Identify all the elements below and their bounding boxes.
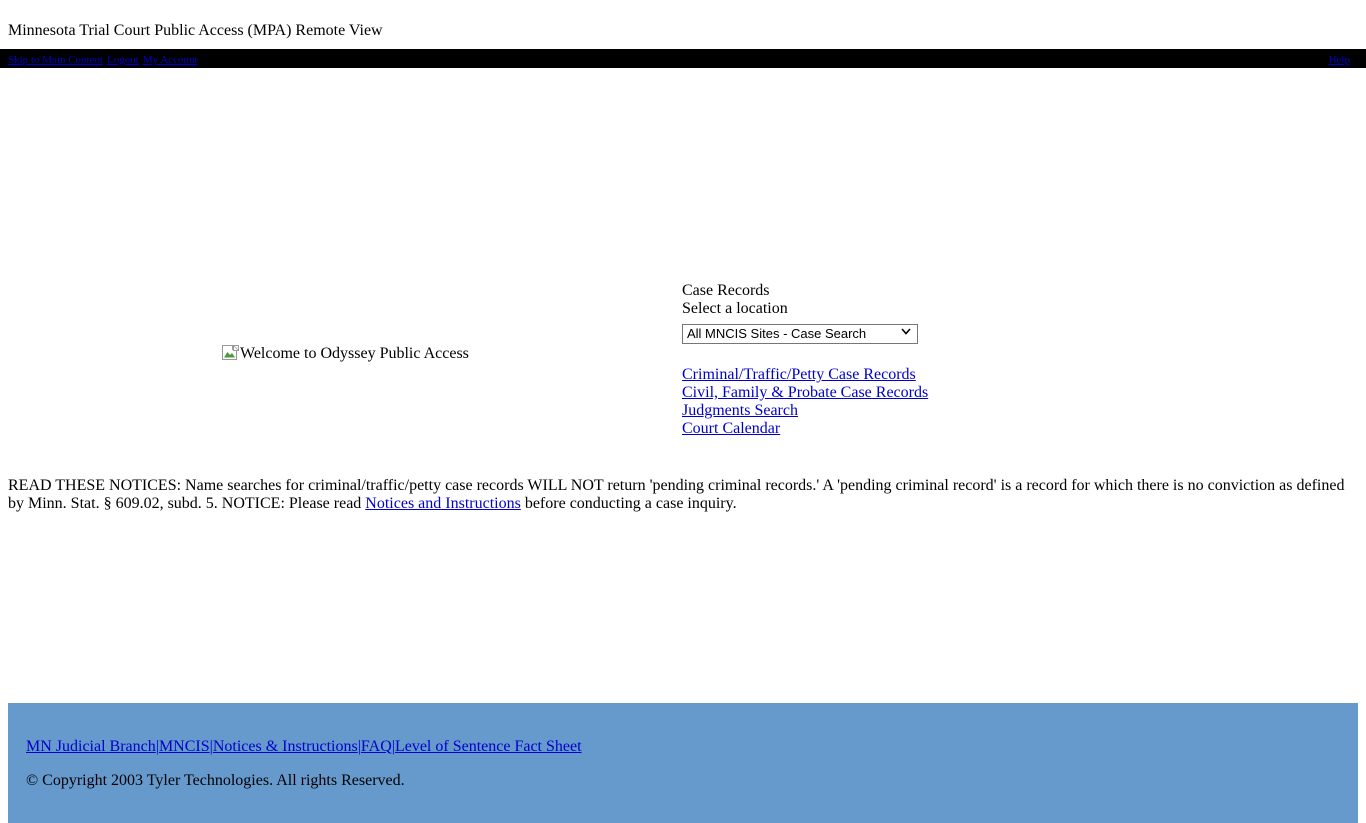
skip-to-main-content-link[interactable]: Skip to Main Content	[8, 54, 103, 66]
notices-instructions-footer-link[interactable]: Notices & Instructions	[213, 738, 358, 755]
welcome-banner-alt-text: Welcome to Odyssey Public Access	[240, 345, 469, 362]
select-location-label: Select a location	[682, 300, 788, 317]
mn-judicial-branch-link[interactable]: MN Judicial Branch	[26, 738, 156, 755]
topbar-left-links: Skip to Main Content Logout My Account	[8, 50, 198, 68]
page-root: Minnesota Trial Court Public Access (MPA…	[0, 0, 1366, 823]
my-account-link[interactable]: My Account	[143, 54, 198, 66]
notices-paragraph: READ THESE NOTICES: Name searches for cr…	[8, 477, 1360, 513]
faq-link[interactable]: FAQ	[361, 738, 392, 755]
notices-and-instructions-link[interactable]: Notices and Instructions	[365, 495, 521, 512]
case-records-heading: Case Records	[682, 282, 770, 299]
main-content: Welcome to Odyssey Public Access Case Re…	[0, 68, 1366, 823]
case-records-panel: Case Records Select a location All MNCIS…	[682, 282, 928, 438]
civil-family-probate-case-records-link[interactable]: Civil, Family & Probate Case Records	[682, 384, 928, 402]
location-select-wrapper: All MNCIS Sites - Case Search	[682, 321, 918, 344]
footer-copyright: © Copyright 2003 Tyler Technologies. All…	[26, 772, 405, 789]
topbar-right-links: Help	[1329, 50, 1350, 68]
criminal-traffic-petty-case-records-link[interactable]: Criminal/Traffic/Petty Case Records	[682, 366, 928, 384]
location-select[interactable]: All MNCIS Sites - Case Search	[682, 324, 918, 344]
court-calendar-link[interactable]: Court Calendar	[682, 420, 928, 438]
case-records-links: Criminal/Traffic/Petty Case Records Civi…	[682, 366, 928, 438]
judgments-search-link[interactable]: Judgments Search	[682, 402, 928, 420]
broken-image-icon	[222, 345, 239, 362]
page-footer: MN Judicial Branch|MNCIS|Notices & Instr…	[8, 703, 1358, 823]
level-of-sentence-fact-sheet-link[interactable]: Level of Sentence Fact Sheet	[395, 738, 582, 755]
mncis-link[interactable]: MNCIS	[159, 738, 210, 755]
notices-text-after: before conducting a case inquiry.	[520, 495, 737, 512]
welcome-banner: Welcome to Odyssey Public Access	[222, 344, 469, 363]
page-title: Minnesota Trial Court Public Access (MPA…	[8, 22, 383, 39]
logout-link[interactable]: Logout	[107, 54, 139, 66]
top-navigation-bar: Skip to Main Content Logout My Account Hel…	[0, 49, 1366, 68]
footer-links: MN Judicial Branch|MNCIS|Notices & Instr…	[26, 738, 1358, 756]
help-link[interactable]: Help	[1329, 54, 1350, 66]
